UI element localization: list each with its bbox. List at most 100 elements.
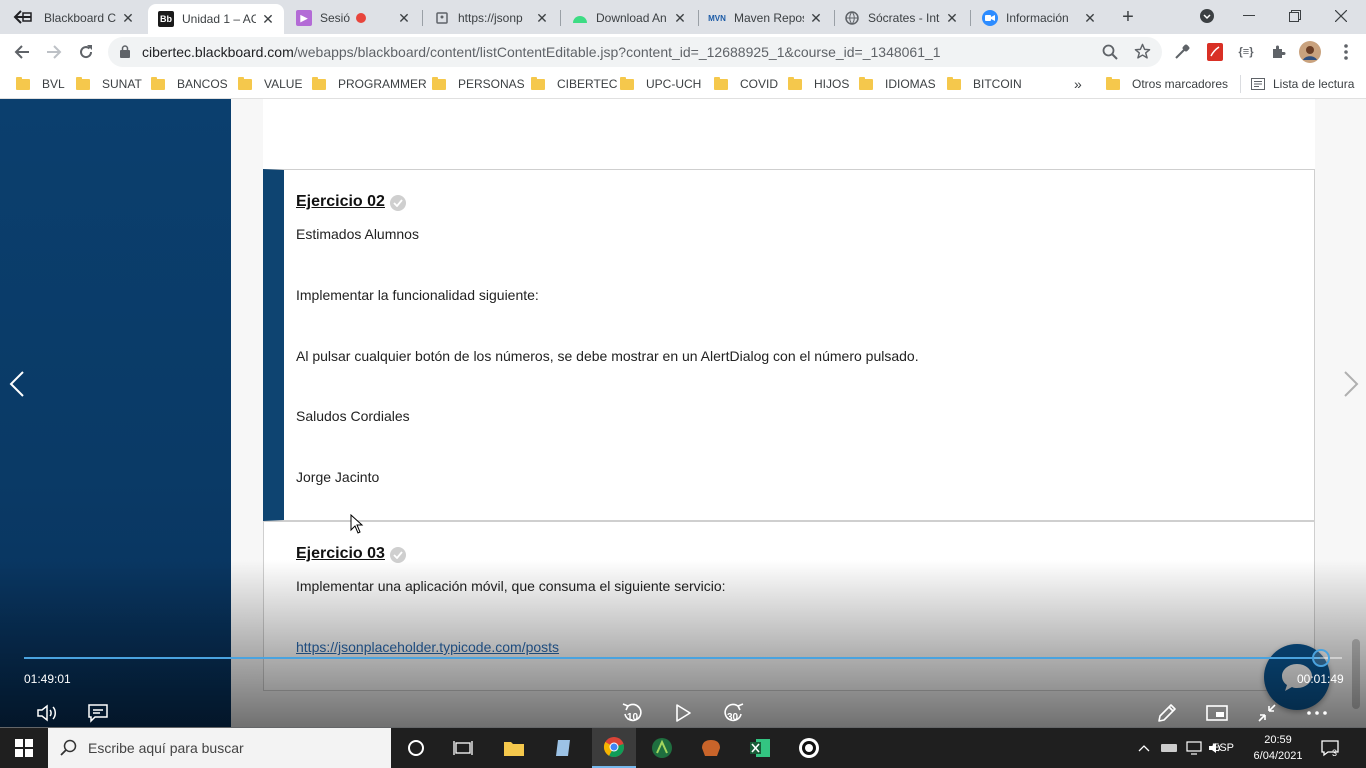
chrome-icon[interactable] [592,728,636,768]
back-icon[interactable] [10,40,34,64]
pen-icon[interactable] [1153,700,1181,726]
language-indicator[interactable]: ESP [1212,728,1234,768]
tab-search-button[interactable] [1184,0,1230,32]
network-icon[interactable] [1186,728,1202,768]
back-arrow-icon[interactable] [8,4,38,30]
game-app-icon[interactable] [689,728,733,768]
exit-fullscreen-icon[interactable] [1253,700,1281,726]
minimize-button[interactable] [1226,0,1272,32]
captions-icon[interactable] [84,700,112,726]
taskbar-clock[interactable]: 20:59 6/04/2021 [1248,732,1308,764]
item-title-link[interactable]: Ejercicio 02 [296,193,385,211]
notification-count: 3 [1332,748,1338,758]
menu-icon[interactable] [1334,40,1358,64]
forward-seconds-label: 30 [727,712,739,723]
tab-informacion[interactable]: Información ✕ [972,4,1106,32]
close-window-button[interactable] [1318,0,1364,32]
reading-list-button[interactable]: Lista de lectura [1240,75,1354,93]
android-studio-icon[interactable] [640,728,684,768]
video-progress-knob[interactable] [1311,649,1330,667]
close-icon[interactable]: ✕ [534,10,550,26]
item-title-link[interactable]: Ejercicio 03 [296,545,385,563]
picture-in-picture-icon[interactable] [1203,700,1231,726]
zoom-search-icon[interactable] [1102,44,1118,65]
android-icon [572,10,588,26]
volume-icon[interactable] [34,700,62,726]
bookmark-folder-programmer[interactable]: PROGRAMMER [312,75,427,93]
close-icon[interactable]: ✕ [1082,10,1098,26]
bookmark-folder-personas[interactable]: PERSONAS [432,75,525,93]
new-tab-button[interactable]: + [1116,6,1140,30]
other-bookmarks-folder[interactable]: Otros marcadores [1106,75,1228,93]
mouse-cursor-icon [350,514,364,534]
scrollbar[interactable] [1350,99,1362,727]
start-button[interactable] [0,728,48,768]
notes-app-icon[interactable] [541,728,585,768]
address-bar[interactable]: cibertec.blackboard.com/webapps/blackboa… [108,37,1162,67]
close-icon[interactable]: ✕ [672,10,688,26]
folder-icon [859,76,873,90]
play-button[interactable] [669,700,697,726]
bookmark-folder-covid[interactable]: COVID [714,75,778,93]
bookmark-folder-cibertec[interactable]: CIBERTEC [531,75,617,93]
taskbar-search[interactable]: Escribe aquí para buscar [48,728,391,768]
bookmark-folder-idiomas[interactable]: IDIOMAS [859,75,936,93]
avatar[interactable] [1298,40,1322,64]
json-viewer-icon[interactable]: {≡} [1234,40,1258,64]
tab-label: Información [1006,11,1069,25]
more-options-icon[interactable] [1303,700,1331,726]
close-icon[interactable]: ✕ [944,10,960,26]
tab-maven[interactable]: MVN Maven Repos ✕ [698,4,832,32]
notifications-button[interactable]: 3 [1320,728,1340,768]
reload-icon[interactable] [74,40,98,64]
excel-icon[interactable] [738,728,782,768]
tab-unidad-1[interactable]: Bb Unidad 1 – AC ✕ [148,4,284,34]
show-hidden-icons[interactable] [1138,728,1150,768]
close-icon[interactable]: ✕ [808,10,824,26]
maven-icon: MVN [708,13,726,23]
more-bookmarks-button[interactable]: » [1074,75,1082,93]
bookmark-folder-value[interactable]: VALUE [238,75,302,93]
bookmark-label: CIBERTEC [557,77,618,91]
cortana-icon[interactable] [394,728,438,768]
scrollbar-thumb[interactable] [1352,639,1360,709]
tab-sesion[interactable]: ▶ Sesión – T ✕ [286,4,420,32]
close-icon[interactable]: ✕ [260,11,276,27]
service-link[interactable]: https://jsonplaceholder.typicode.com/pos… [296,639,559,655]
extensions-icon[interactable] [1266,40,1290,64]
bookmark-folder-hijos[interactable]: HIJOS [788,75,849,93]
check-icon [390,195,406,211]
bookmark-folder-sunat[interactable]: SUNAT [76,75,142,93]
video-progress-bar[interactable] [24,649,1342,667]
star-icon[interactable] [1134,43,1151,65]
tab-socrates[interactable]: Sócrates - Intr ✕ [834,4,968,32]
folder-icon [714,76,728,90]
forward-icon[interactable] [42,40,66,64]
bookmark-folder-bancos[interactable]: BANCOS [151,75,228,93]
network-drive-icon[interactable] [1160,728,1178,768]
eyedropper-icon[interactable] [1170,40,1194,64]
bookmark-label: BVL [42,77,65,91]
tab-jsonplaceholder[interactable]: https://jsonp ✕ [424,4,558,32]
item-text: Al pulsar cualquier botón de los números… [296,348,919,364]
previous-slide-button[interactable] [2,359,32,409]
bookmark-folder-bitcoin[interactable]: BITCOIN [947,75,1022,93]
obs-icon[interactable] [787,728,831,768]
rewind-10-button[interactable]: 10 [619,700,647,726]
restore-button[interactable] [1272,0,1318,32]
close-icon[interactable]: ✕ [396,10,412,26]
lock-icon[interactable] [120,45,130,63]
close-icon[interactable]: ✕ [120,10,136,26]
tab-blackboard[interactable]: Blackboard C ✕ [38,4,144,32]
forward-30-button[interactable]: 30 [719,700,747,726]
tab-download-android[interactable]: Download An ✕ [562,4,696,32]
bookmark-folder-upc-uch[interactable]: UPC-UCH [620,75,701,93]
search-placeholder: Escribe aquí para buscar [88,740,244,756]
item-text: Jorge Jacinto [296,469,380,485]
url-text[interactable]: cibertec.blackboard.com/webapps/blackboa… [142,44,941,60]
file-explorer-icon[interactable] [492,728,536,768]
bookmark-folder-bvl[interactable]: BVL [16,75,65,93]
pdf-icon[interactable] [1203,40,1227,64]
task-view-icon[interactable] [441,728,485,768]
browser-toolbar: cibertec.blackboard.com/webapps/blackboa… [0,34,1366,70]
